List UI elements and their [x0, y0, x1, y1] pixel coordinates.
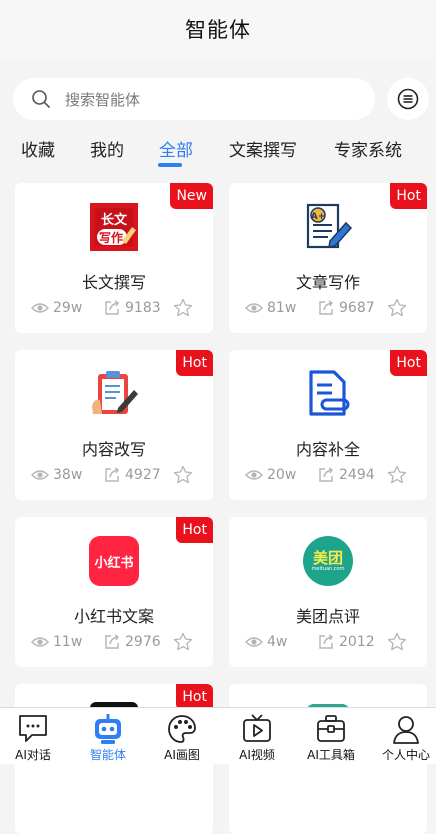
nav-profile[interactable]: 个人中心 [370, 708, 436, 764]
meituan-logo-subtext: meituan.com [311, 565, 345, 572]
person-icon [393, 716, 419, 744]
view-count: 20w [267, 467, 297, 483]
star-icon[interactable] [173, 632, 193, 652]
document-link-icon [302, 368, 354, 420]
status-badge: Hot [176, 517, 213, 543]
card-stats: 81w 9687 [245, 297, 415, 319]
category-tabs: 收藏 我的 全部 文案撰写 专家系统 [0, 130, 436, 170]
nav-label: 智能体 [89, 748, 126, 762]
view-count: 38w [53, 467, 83, 483]
view-count: 81w [267, 300, 297, 316]
share-icon [105, 634, 119, 649]
active-tab-indicator [158, 163, 182, 167]
nav-label: AI画图 [164, 748, 200, 762]
eye-icon [245, 470, 263, 480]
palette-icon [168, 715, 196, 743]
xiaohongshu-logo-icon: 小红书 [88, 535, 140, 587]
tab-all[interactable]: 全部 [159, 136, 193, 161]
tab-expert-system[interactable]: 专家系统 [334, 136, 402, 161]
view-count: 11w [53, 634, 83, 650]
svg-text:A+: A+ [311, 212, 326, 222]
meituan-logo-icon: 美团 meituan.com [302, 535, 354, 587]
nav-ai-drawing[interactable]: AI画图 [146, 708, 218, 764]
share-count: 4927 [125, 467, 161, 483]
share-icon [105, 300, 119, 315]
agent-card-meituan[interactable]: 美团 meituan.com 美团点评 4w 2012 [229, 517, 427, 667]
nav-ai-video[interactable]: AI视频 [221, 708, 293, 764]
star-icon[interactable] [173, 298, 193, 318]
toolbox-icon [317, 715, 345, 742]
nav-label: 个人中心 [381, 748, 430, 762]
share-icon [319, 300, 333, 315]
article-writing-icon: A+ [302, 201, 354, 253]
card-stats: 29w 9183 [31, 297, 201, 319]
tab-mine[interactable]: 我的 [90, 136, 124, 161]
status-badge: Hot [390, 183, 427, 209]
share-count: 2012 [339, 634, 375, 650]
card-title: 长文撰写 [81, 273, 146, 292]
nav-label: AI对话 [15, 748, 51, 762]
card-title: 小红书文案 [73, 607, 154, 626]
svg-text:写作: 写作 [99, 230, 123, 245]
meituan-logo-text: 美团 [312, 548, 343, 567]
xiaohongshu-logo-text: 小红书 [94, 555, 134, 571]
view-count: 4w [267, 634, 288, 650]
agent-card-content-complete[interactable]: Hot 内容补全 20w 2494 [229, 350, 427, 500]
nav-ai-chat[interactable]: AI对话 [0, 708, 69, 764]
search-input[interactable]: 搜索智能体 [13, 78, 375, 120]
bottom-navigation: AI对话 智能体 AI画图 AI视频 AI工具箱 个人中心 [0, 707, 436, 764]
share-count: 9183 [125, 300, 161, 316]
eye-icon [31, 303, 49, 313]
eye-icon [245, 637, 263, 647]
chat-icon [19, 715, 47, 742]
agent-card-long-writing[interactable]: New 长文 写作 长文撰写 29w 9183 [15, 183, 213, 333]
status-badge: New [170, 183, 213, 209]
nav-label: AI视频 [239, 748, 275, 762]
star-icon[interactable] [387, 298, 407, 318]
list-menu-button[interactable] [387, 78, 429, 120]
card-title: 内容改写 [81, 440, 146, 459]
eye-icon [31, 637, 49, 647]
top-bar: 智能体 [0, 0, 436, 58]
search-row: 搜索智能体 [0, 78, 436, 122]
share-icon [319, 467, 333, 482]
nav-agents[interactable]: 智能体 [72, 708, 144, 764]
page-title: 智能体 [185, 18, 251, 42]
tab-favorites[interactable]: 收藏 [21, 136, 55, 161]
list-menu-icon [397, 88, 419, 110]
long-writing-logo-icon: 长文 写作 [88, 201, 140, 253]
tv-play-icon [243, 714, 271, 742]
card-title: 内容补全 [295, 440, 360, 459]
status-badge: Hot [390, 350, 427, 376]
share-count: 2976 [125, 634, 161, 650]
share-icon [105, 467, 119, 482]
eye-icon [245, 303, 263, 313]
agent-card-article-writing[interactable]: Hot A+ 文章写作 81w 9687 [229, 183, 427, 333]
star-icon[interactable] [387, 465, 407, 485]
robot-icon [95, 714, 121, 744]
search-placeholder: 搜索智能体 [65, 90, 141, 109]
star-icon[interactable] [173, 465, 193, 485]
view-count: 29w [53, 300, 83, 316]
eye-icon [31, 470, 49, 480]
nav-ai-toolbox[interactable]: AI工具箱 [295, 708, 367, 764]
share-count: 9687 [339, 300, 375, 316]
agent-card-xiaohongshu[interactable]: Hot 小红书 小红书文案 11w 2976 [15, 517, 213, 667]
status-badge: Hot [176, 350, 213, 376]
card-title: 文章写作 [295, 273, 360, 292]
star-icon[interactable] [387, 632, 407, 652]
card-stats: 38w 4927 [31, 464, 201, 486]
share-icon [319, 634, 333, 649]
card-stats: 11w 2976 [31, 631, 201, 653]
svg-text:长文: 长文 [101, 212, 128, 228]
share-count: 2494 [339, 467, 375, 483]
search-icon [32, 90, 50, 108]
nav-label: AI工具箱 [307, 748, 355, 762]
card-title: 美团点评 [295, 607, 360, 626]
card-stats: 4w 2012 [245, 631, 415, 653]
tab-copywriting[interactable]: 文案撰写 [229, 136, 297, 161]
card-stats: 20w 2494 [245, 464, 415, 486]
agent-card-content-rewrite[interactable]: Hot 内容改写 38w 4927 [15, 350, 213, 500]
clipboard-edit-icon [88, 368, 140, 420]
